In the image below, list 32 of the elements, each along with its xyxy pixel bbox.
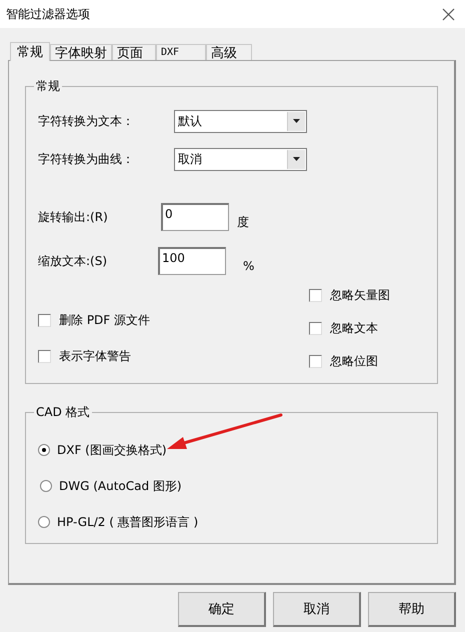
checkbox[interactable]: 表示字体警告 bbox=[38, 347, 238, 365]
radio-button[interactable]: HP-GL/2 ( 惠普图形语言 ) bbox=[38, 513, 427, 531]
checkbox[interactable]: 忽略位图 bbox=[309, 352, 427, 370]
unit-label: 度 bbox=[237, 214, 249, 230]
dialog-button[interactable]: 取消 bbox=[273, 592, 361, 627]
input-field[interactable]: 0 bbox=[161, 203, 229, 231]
group-title: CAD 格式 bbox=[35, 404, 91, 421]
dropdown[interactable]: 默认 bbox=[174, 110, 307, 132]
tab[interactable]: 字体映射 bbox=[50, 44, 112, 60]
dropdown[interactable]: 取消 bbox=[174, 148, 307, 170]
field-label: 字符转换为文本： bbox=[38, 112, 135, 130]
tab[interactable]: 常规 bbox=[10, 42, 50, 61]
caret-icon bbox=[293, 119, 300, 123]
tab[interactable]: 高级 bbox=[206, 44, 252, 60]
close-icon[interactable] bbox=[442, 8, 455, 20]
dialog-button[interactable]: 帮助 bbox=[368, 592, 456, 627]
group-title: 常规 bbox=[35, 78, 61, 95]
checkbox[interactable]: 删除 PDF 源文件 bbox=[38, 311, 238, 329]
radio-button[interactable]: DXF (图画交换格式) bbox=[38, 441, 427, 459]
input-field[interactable]: 100 bbox=[158, 247, 226, 275]
field-label: 字符转换为曲线： bbox=[38, 150, 135, 168]
radio-button[interactable]: DWG (AutoCad 图形) bbox=[40, 477, 427, 495]
tab[interactable]: 页面 bbox=[112, 44, 156, 60]
checkbox[interactable]: 忽略矢量图 bbox=[309, 286, 427, 304]
field-label: 旋转输出:(R) bbox=[38, 208, 109, 226]
unit-label: % bbox=[243, 259, 254, 273]
dialog-button[interactable]: 确定 bbox=[178, 592, 266, 627]
window-title: 智能过滤器选项 bbox=[6, 6, 90, 22]
field-label: 缩放文本:(S) bbox=[38, 252, 108, 270]
caret-icon bbox=[293, 157, 300, 161]
tab[interactable]: DXF bbox=[156, 44, 206, 60]
checkbox[interactable]: 忽略文本 bbox=[309, 319, 427, 337]
